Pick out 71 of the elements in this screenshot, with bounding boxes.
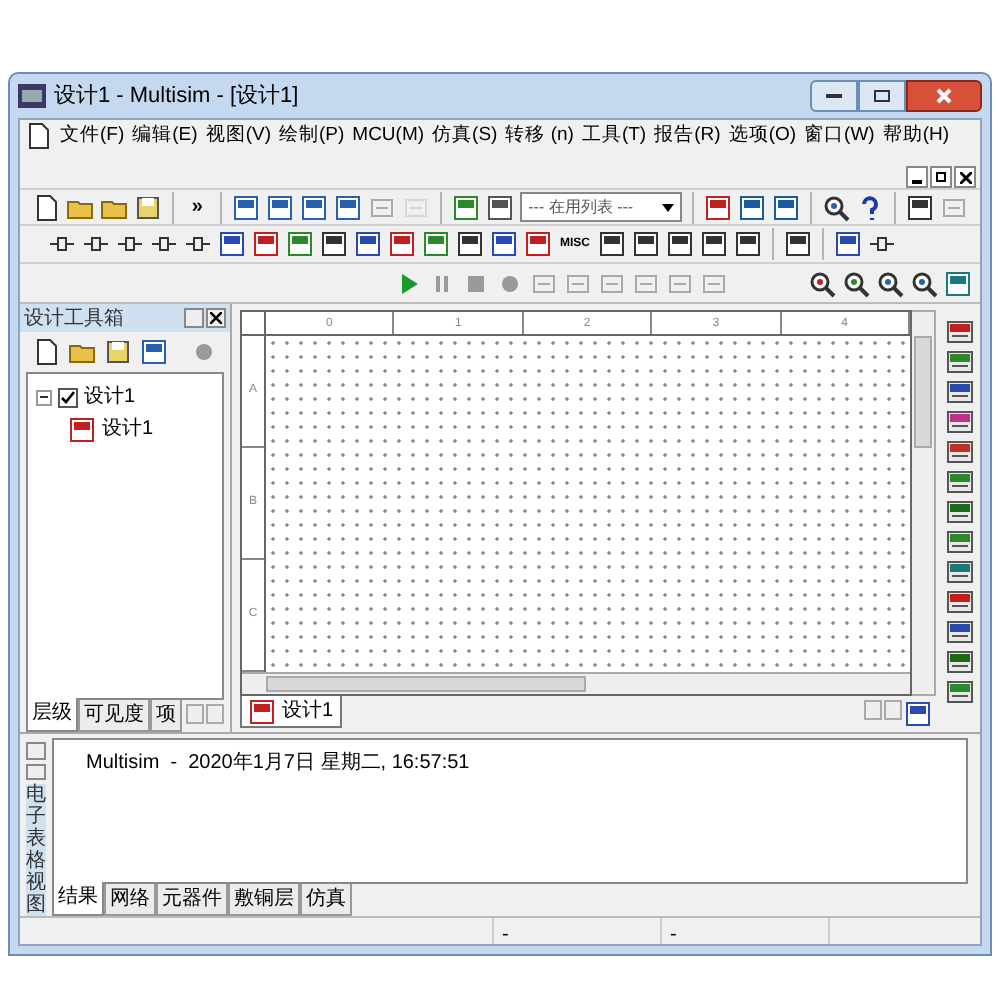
instrument-icon[interactable] [946, 408, 974, 436]
instrument-icon[interactable] [946, 618, 974, 646]
instrument-icon[interactable] [946, 318, 974, 346]
menu-item[interactable]: 文件(F) [60, 121, 125, 151]
close-icon [210, 312, 222, 324]
instrument-icon[interactable] [946, 468, 974, 496]
instrument-icon[interactable] [946, 348, 974, 376]
tab[interactable]: 仿真 [300, 884, 352, 916]
zoom-in-icon[interactable] [808, 269, 836, 297]
tree-item[interactable]: 设计1 [36, 382, 214, 412]
instrument-icon[interactable] [946, 438, 974, 466]
instrument-icon[interactable] [946, 648, 974, 676]
pin-button[interactable] [26, 763, 46, 780]
menu-item[interactable]: 报告(R) [654, 121, 721, 151]
tab[interactable]: 敷铜层 [228, 884, 300, 916]
close-button[interactable] [206, 308, 226, 328]
close-icon [936, 88, 952, 104]
minimize-button[interactable] [810, 80, 858, 112]
tab[interactable]: 网络 [104, 884, 156, 916]
horizontal-scrollbar[interactable] [242, 672, 910, 694]
instrument-icon[interactable] [946, 528, 974, 556]
panel-title: 设计工具箱 [24, 305, 126, 333]
toolbar-overflow[interactable]: » [183, 192, 211, 222]
menu-item[interactable]: 帮助(H) [882, 121, 950, 151]
save-icon[interactable] [134, 193, 162, 221]
menu-item[interactable]: 转移 (n) [505, 121, 574, 151]
vertical-scrollbar[interactable] [912, 310, 936, 696]
menu-item[interactable]: 仿真(S) [432, 121, 498, 151]
instrument-icon[interactable] [946, 588, 974, 616]
log-line: Multisim - 2020年1月7日 星期二, 16:57:51 [86, 749, 472, 778]
close-button[interactable] [954, 166, 976, 188]
zoom-fit-icon[interactable] [910, 269, 938, 297]
restore-button[interactable] [930, 166, 952, 188]
menu-item[interactable]: 窗口(W) [804, 121, 875, 151]
zoom-area-icon[interactable] [876, 269, 904, 297]
tab[interactable]: 可见度 [78, 700, 150, 732]
in-use-list-dropdown[interactable]: --- 在用列表 --- [520, 192, 683, 222]
instrument-icon[interactable] [946, 498, 974, 526]
menu-item[interactable]: 选项(O) [728, 121, 797, 151]
save-icon[interactable] [104, 338, 132, 366]
tab[interactable]: 项 [150, 700, 182, 732]
maximize-button[interactable] [858, 80, 906, 112]
search-icon[interactable] [822, 193, 851, 221]
new-file-icon[interactable] [32, 193, 60, 221]
tab[interactable]: 结果 [52, 882, 104, 916]
status-field: - [502, 924, 509, 946]
caret-icon [662, 203, 675, 211]
status-field: - [670, 924, 677, 946]
design-tab[interactable]: 设计1 [240, 696, 342, 728]
instrument-icon[interactable] [946, 678, 974, 706]
tree-item[interactable]: 设计1 [68, 414, 214, 444]
expander-icon[interactable] [36, 389, 52, 405]
menu-item[interactable]: MCU(M) [352, 121, 425, 151]
zoom-out-icon[interactable] [842, 269, 870, 297]
menu-item[interactable]: 视图(V) [205, 121, 271, 151]
instrument-icon[interactable] [946, 378, 974, 406]
minimize-button[interactable] [906, 166, 928, 188]
new-file-icon[interactable] [32, 338, 60, 366]
document-icon[interactable] [24, 122, 52, 150]
checkbox[interactable] [58, 387, 78, 407]
panel-title: 电子表格视图 [26, 784, 46, 916]
close-button[interactable] [906, 80, 982, 112]
instrument-icon[interactable] [946, 558, 974, 586]
menu-item[interactable]: 工具(T) [581, 121, 647, 151]
tab[interactable]: 层级 [26, 698, 78, 732]
window-title: 设计1 - Multisim - [设计1] [54, 81, 299, 112]
app-icon [18, 84, 46, 108]
menu-item[interactable]: 编辑(E) [132, 121, 198, 151]
close-icon [959, 171, 971, 183]
tab[interactable]: 元器件 [156, 884, 228, 916]
menu-item[interactable]: 绘制(P) [278, 121, 345, 151]
